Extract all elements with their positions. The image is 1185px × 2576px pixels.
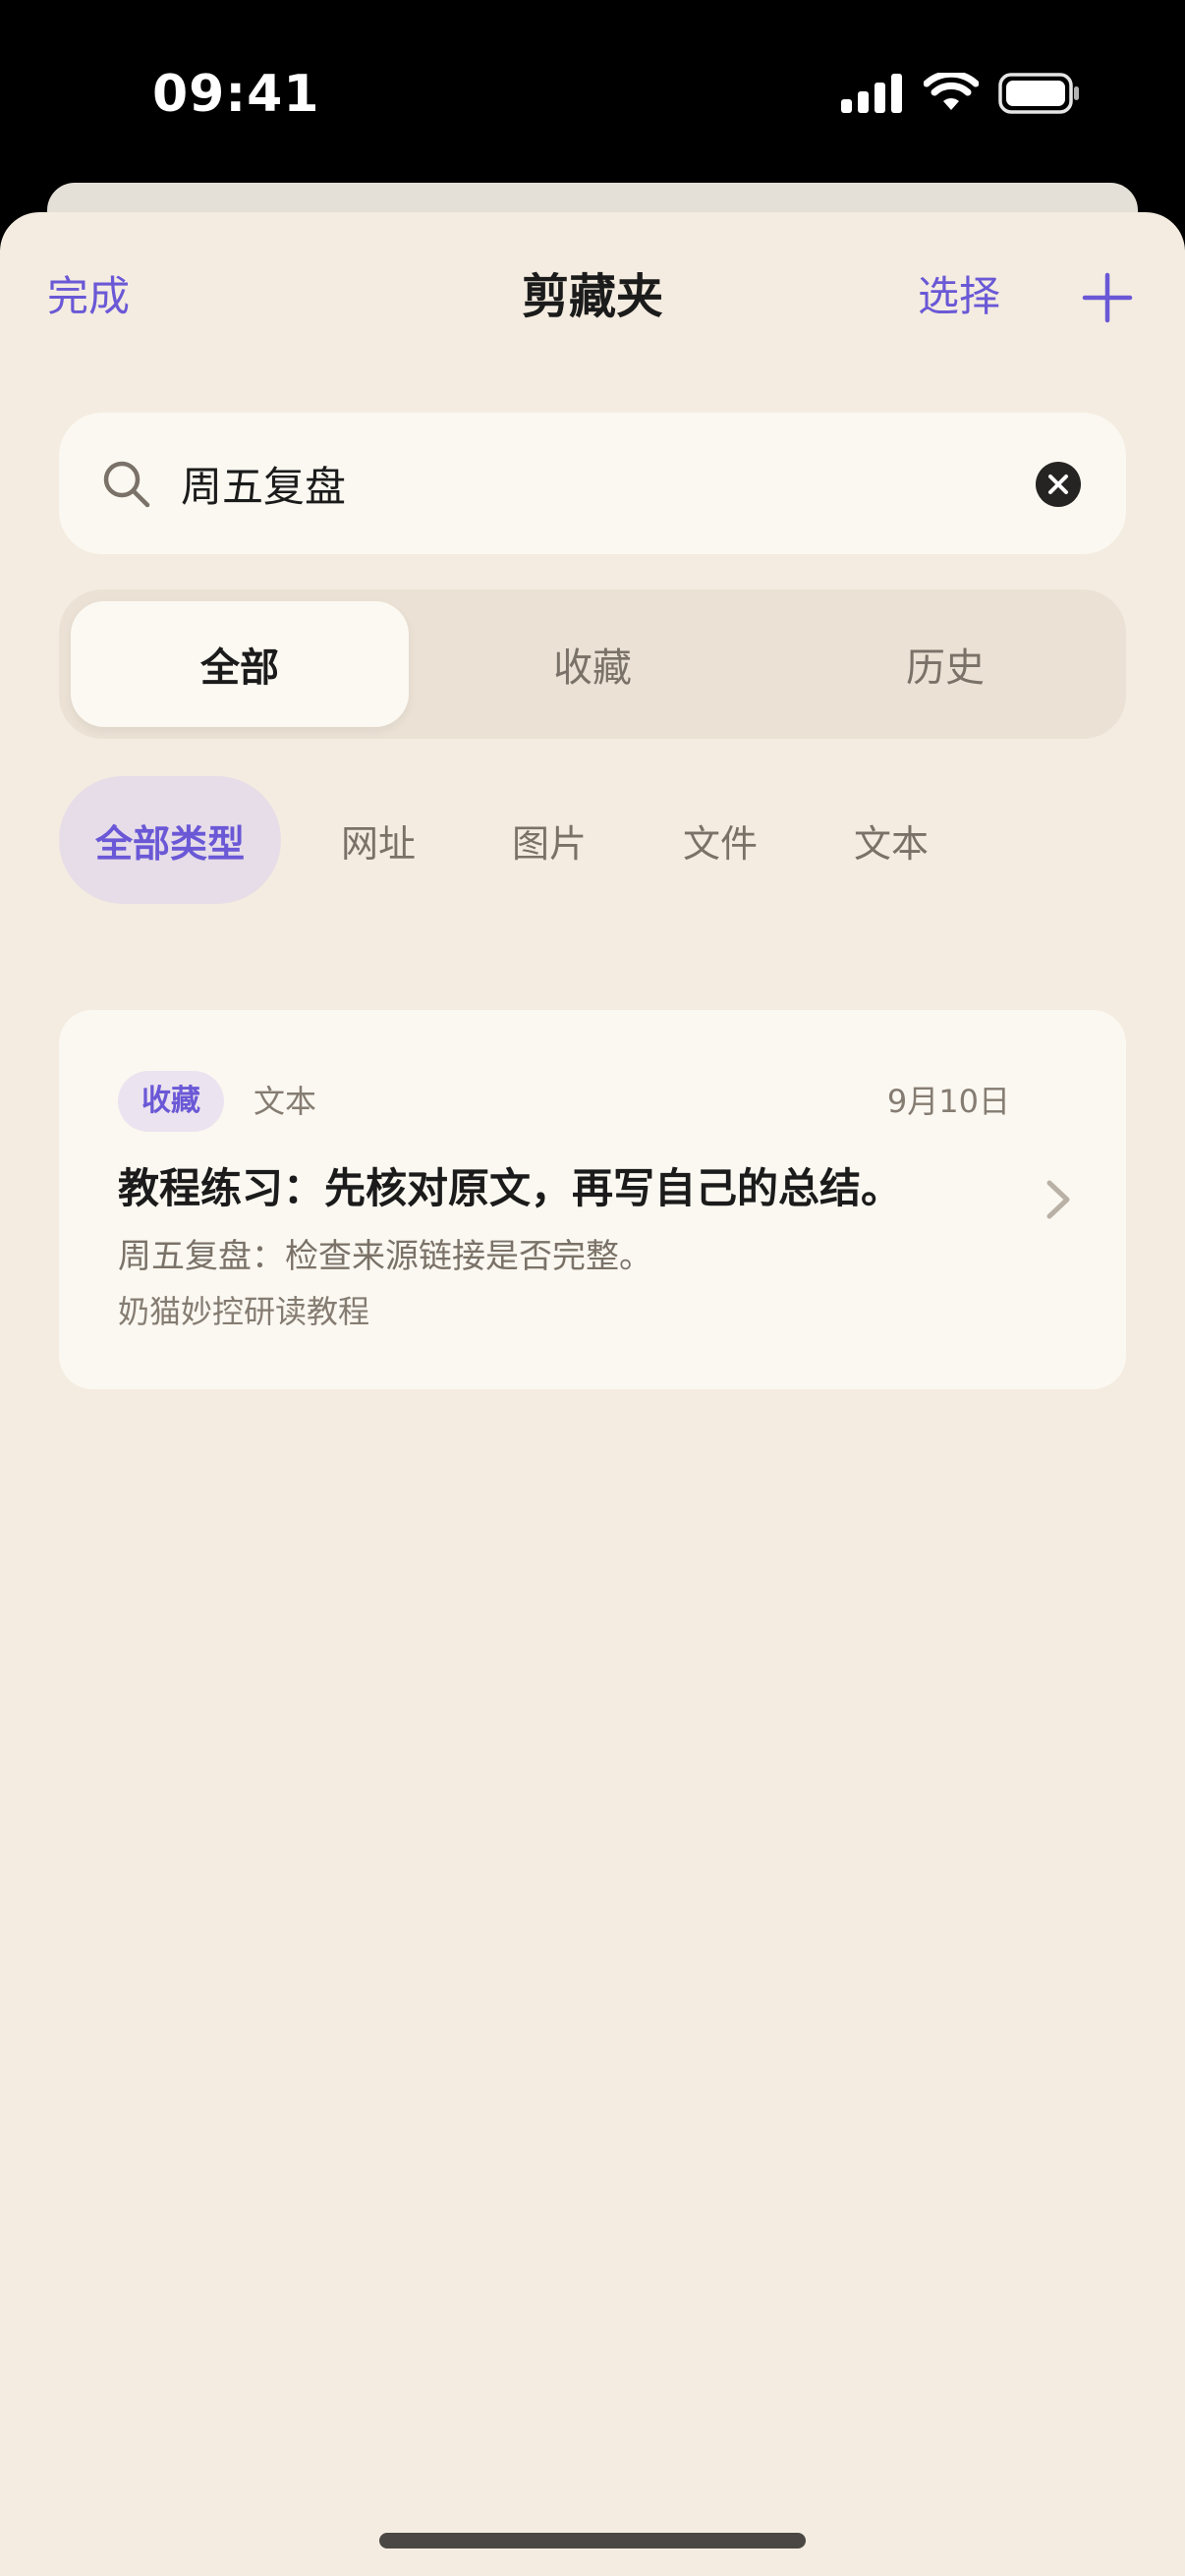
segment-favorites[interactable]: 收藏	[423, 601, 762, 727]
filter-all-types[interactable]: 全部类型	[59, 776, 281, 904]
segment-history[interactable]: 历史	[776, 601, 1114, 727]
search-box	[59, 413, 1126, 554]
filter-image[interactable]: 图片	[485, 776, 613, 904]
status-bar: 09:41	[0, 0, 1185, 187]
chevron-right-icon	[1046, 1180, 1070, 1219]
type-filter-bar: 全部类型 网址 图片 文件 文本	[59, 776, 1126, 904]
page-title: 剪藏夹	[521, 269, 663, 324]
select-button[interactable]: 选择	[918, 267, 1000, 326]
battery-icon	[998, 73, 1079, 114]
screen: 09:41 完成 剪藏夹 选择 周五复盘 全部 收藏 历史 全部类型 网址 图片…	[0, 0, 1185, 2576]
home-indicator[interactable]	[379, 2533, 806, 2548]
clip-title: 教程练习：先核对原文，再写自己的总结。	[118, 1164, 903, 1212]
clipboard-sheet: 完成 剪藏夹 选择 全部 收藏 历史	[0, 212, 1185, 2576]
filter-file[interactable]: 文件	[656, 776, 784, 904]
clip-type-label: 文本	[254, 1083, 317, 1120]
wifi-icon	[924, 73, 979, 110]
scope-segmented-control: 全部 收藏 历史	[59, 589, 1126, 739]
filter-url[interactable]: 网址	[314, 776, 442, 904]
clip-date: 9月10日	[886, 1083, 1010, 1120]
favorite-badge: 收藏	[118, 1071, 224, 1132]
nav-bar: 完成 剪藏夹 选择	[0, 212, 1185, 379]
filter-text[interactable]: 文本	[827, 776, 955, 904]
search-icon	[103, 461, 150, 508]
status-icons	[841, 69, 1081, 118]
cellular-signal-icon	[841, 74, 902, 113]
plus-icon[interactable]	[1081, 271, 1134, 324]
clear-search-icon[interactable]	[1036, 462, 1081, 507]
clip-card[interactable]: 收藏 文本 9月10日 教程练习：先核对原文，再写自己的总结。 周五复盘：检查来…	[59, 1010, 1126, 1389]
search-input[interactable]	[181, 446, 1026, 521]
clip-source: 奶猫妙控研读教程	[118, 1293, 370, 1330]
status-time: 09:41	[152, 65, 320, 124]
clip-snippet: 周五复盘：检查来源链接是否完整。	[118, 1237, 652, 1276]
segment-all[interactable]: 全部	[71, 601, 409, 727]
